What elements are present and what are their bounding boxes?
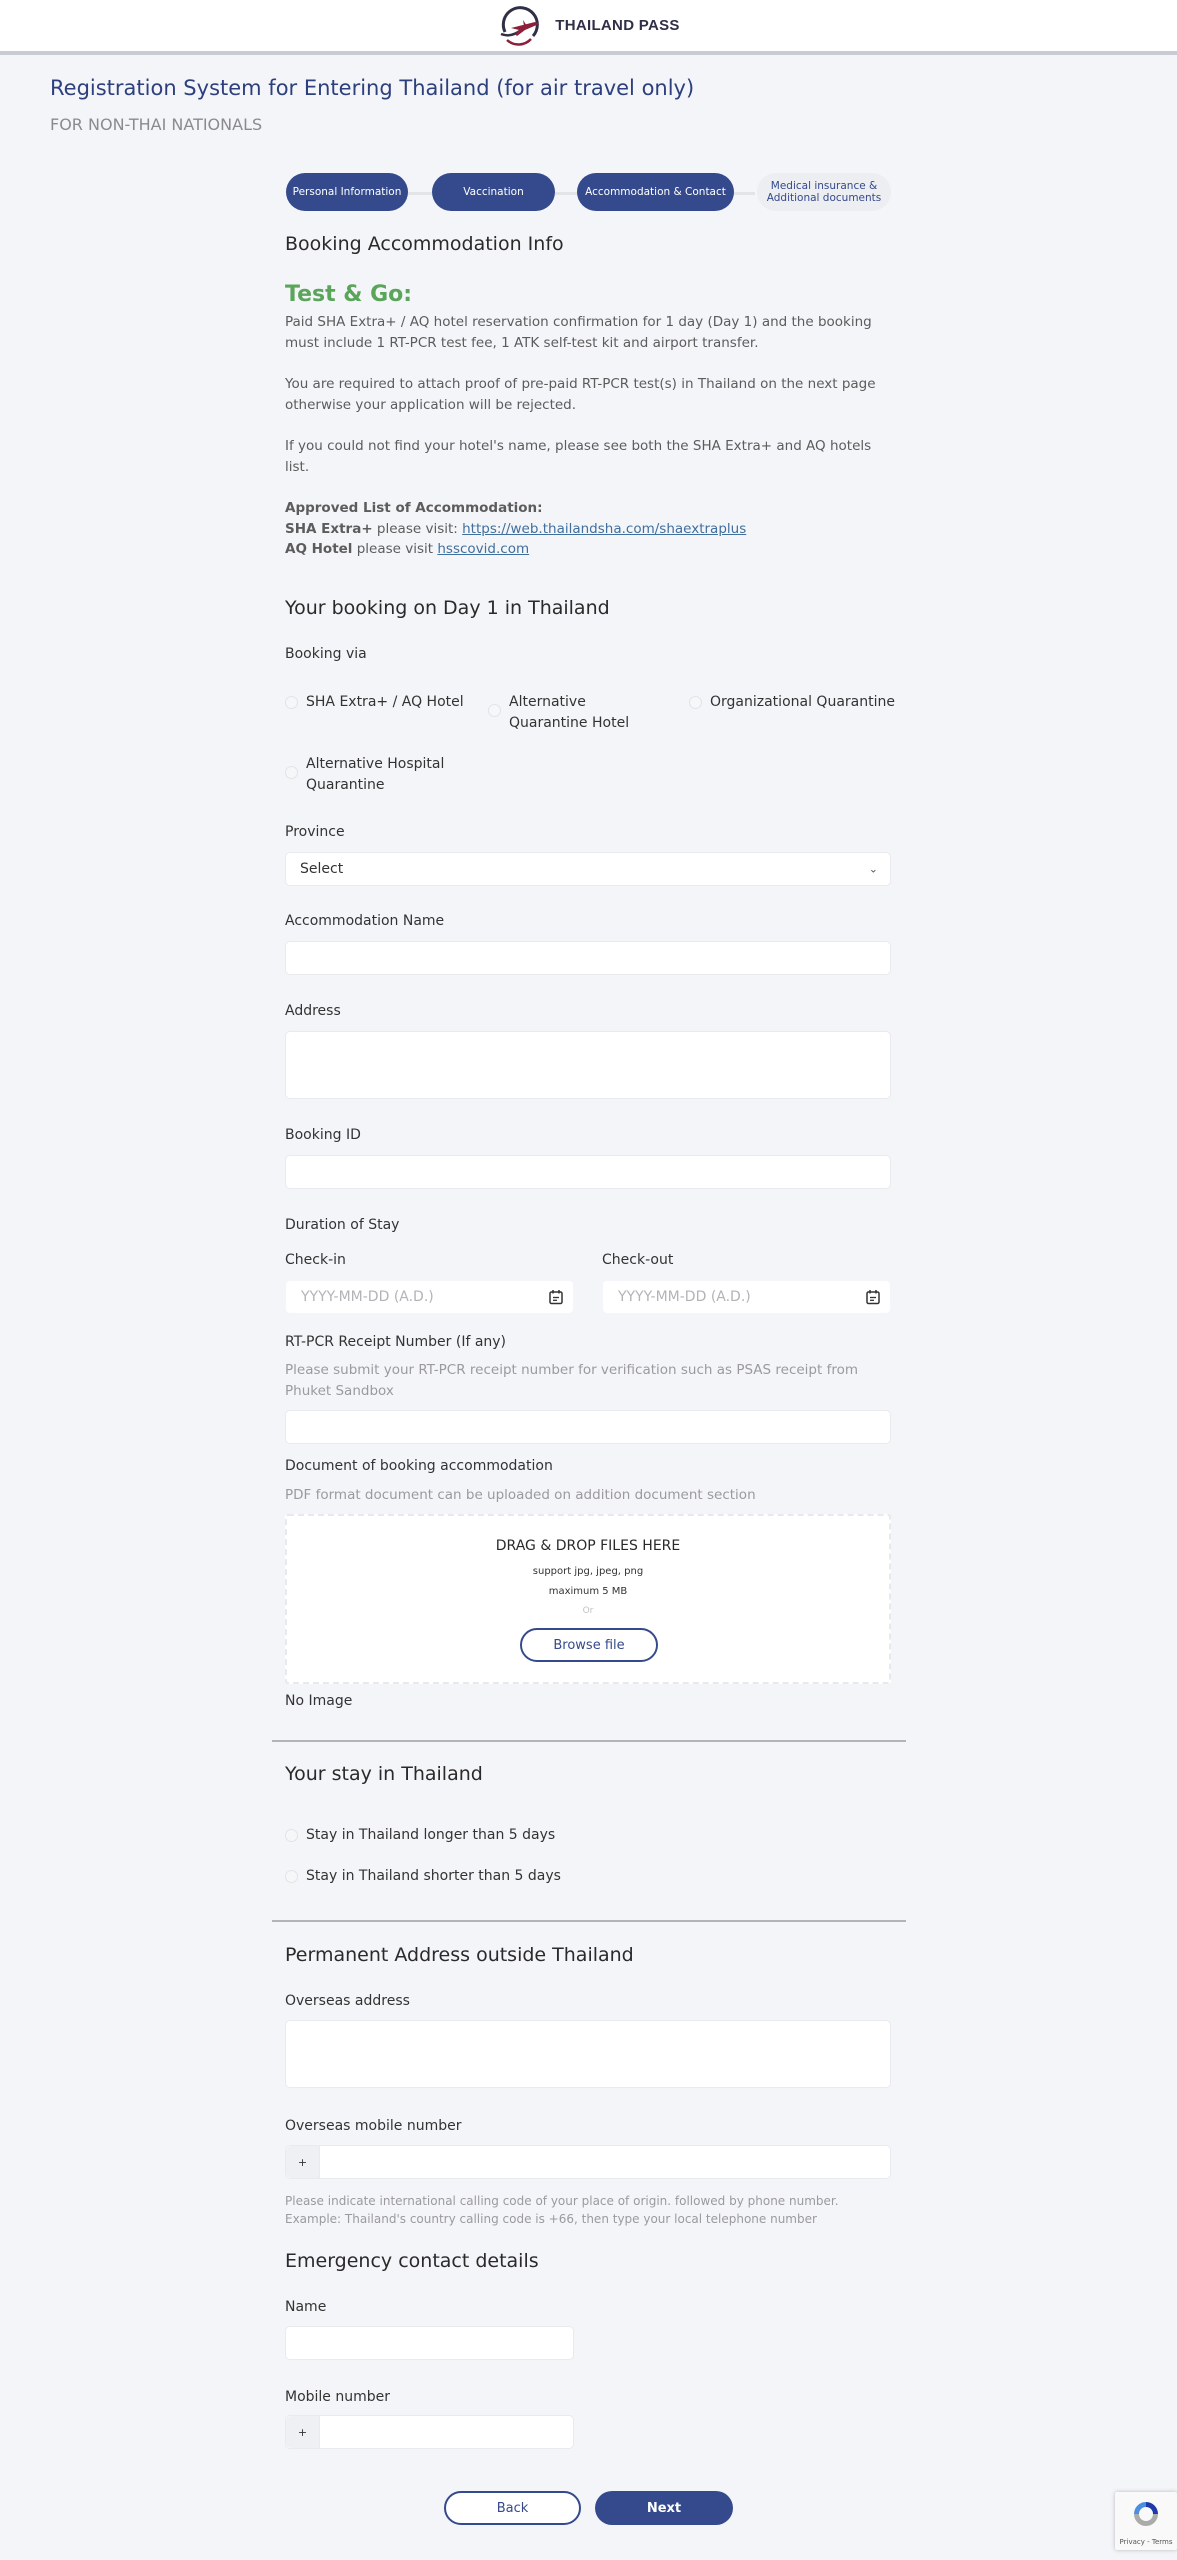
progress-stepper: Personal Information Vaccination Accommo… (285, 173, 891, 213)
calendar-icon[interactable] (866, 1290, 880, 1305)
emergency-name-input[interactable] (285, 2326, 574, 2360)
stay-heading: Your stay in Thailand (285, 1763, 483, 1785)
no-image-text: No Image (285, 1693, 353, 1709)
emergency-name-label: Name (285, 2299, 327, 2315)
step-vaccination[interactable]: Vaccination (432, 173, 555, 211)
overseas-mobile-label: Overseas mobile number (285, 2118, 462, 2134)
booking-document-hint: PDF format document can be uploaded on a… (285, 1487, 756, 1503)
checkin-date-input[interactable]: YYYY-MM-DD (A.D.) (285, 1280, 574, 1314)
duration-of-stay-label: Duration of Stay (285, 1217, 400, 1233)
radio-organizational-quarantine[interactable]: Organizational Quarantine (689, 692, 895, 713)
radio-button[interactable] (285, 766, 298, 779)
hotel-notice: If you could not find your hotel's name,… (285, 438, 872, 475)
top-header: THAILAND PASS (0, 0, 1177, 55)
rtpcr-receipt-input[interactable] (285, 1410, 891, 1444)
radio-alternative-quarantine-hotel[interactable]: Alternative Quarantine Hotel (488, 692, 668, 733)
calendar-icon[interactable] (549, 1290, 563, 1305)
chevron-down-icon: ⌄ (868, 862, 878, 876)
stepper-connector (405, 192, 435, 195)
booking-info-heading: Booking Accommodation Info (285, 233, 564, 255)
recaptcha-badge[interactable]: Privacy - Terms (1115, 2492, 1177, 2550)
address-label: Address (285, 1003, 341, 1019)
booking-document-label: Document of booking accommodation (285, 1458, 553, 1474)
plane-globe-logo-icon (500, 5, 540, 46)
file-dropzone[interactable]: DRAG & DROP FILES HERE support jpg, jpeg… (285, 1514, 891, 1684)
page-title: Registration System for Entering Thailan… (50, 76, 695, 100)
province-label: Province (285, 824, 345, 840)
hsscovid-link[interactable]: hsscovid.com (437, 541, 529, 557)
step-personal-information[interactable]: Personal Information (286, 173, 408, 211)
page-subtitle: FOR NON-THAI NATIONALS (50, 115, 263, 134)
overseas-mobile-hint: Please indicate international calling co… (285, 2194, 839, 2226)
phone-prefix: + (286, 2146, 320, 2178)
rtpcr-receipt-hint: Please submit your RT-PCR receipt number… (285, 1362, 858, 1399)
radio-button[interactable] (689, 696, 702, 709)
proof-notice: You are required to attach proof of pre-… (285, 376, 876, 413)
booking-id-label: Booking ID (285, 1127, 361, 1143)
checkout-date-input[interactable]: YYYY-MM-DD (A.D.) (602, 1280, 891, 1314)
booking-via-label: Booking via (285, 646, 367, 662)
radio-button[interactable] (285, 696, 298, 709)
step-accommodation-contact[interactable]: Accommodation & Contact (577, 173, 734, 211)
permanent-address-heading: Permanent Address outside Thailand (285, 1944, 634, 1966)
dropzone-title: DRAG & DROP FILES HERE (495, 1538, 681, 1554)
emergency-mobile-input[interactable]: + (285, 2415, 574, 2449)
accommodation-name-input[interactable] (285, 941, 891, 975)
booking-day1-heading: Your booking on Day 1 in Thailand (285, 597, 610, 619)
radio-button[interactable] (285, 1829, 298, 1842)
sha-extraplus-link[interactable]: https://web.thailandsha.com/shaextraplus (462, 521, 746, 537)
dropzone-max-size: maximum 5 MB (548, 1586, 628, 1597)
step-medical-insurance[interactable]: Medical insurance & Additional documents (757, 173, 891, 211)
province-select[interactable]: Select ⌄ (285, 852, 891, 886)
recaptcha-privacy-terms[interactable]: Privacy - Terms (1115, 2538, 1177, 2546)
approved-list: Approved List of Accommodation: SHA Extr… (285, 498, 891, 560)
address-textarea[interactable] (285, 1031, 891, 1099)
test-go-title: Test & Go: (285, 282, 413, 307)
radio-button[interactable] (285, 1870, 298, 1883)
booking-id-input[interactable] (285, 1155, 891, 1189)
checkin-label: Check-in (285, 1252, 346, 1268)
checkout-label: Check-out (602, 1252, 674, 1268)
section-divider (272, 1920, 906, 1922)
radio-button[interactable] (488, 704, 501, 717)
test-go-text: Paid SHA Extra+ / AQ hotel reservation c… (285, 314, 872, 351)
emergency-mobile-label: Mobile number (285, 2389, 391, 2405)
overseas-address-textarea[interactable] (285, 2020, 891, 2088)
phone-prefix: + (286, 2416, 320, 2448)
section-divider (272, 1740, 906, 1742)
radio-alternative-hospital-quarantine[interactable]: Alternative Hospital Quarantine (285, 754, 445, 795)
dropzone-support: support jpg, jpeg, png (532, 1566, 644, 1577)
recaptcha-icon (1134, 2502, 1158, 2526)
approved-list-title: Approved List of Accommodation: (285, 500, 543, 516)
back-button[interactable]: Back (444, 2491, 581, 2525)
overseas-address-label: Overseas address (285, 1993, 410, 2009)
sha-line: SHA Extra+ please visit: https://web.tha… (285, 520, 747, 537)
dropzone-or: Or (582, 1606, 594, 1616)
radio-stay-longer[interactable]: Stay in Thailand longer than 5 days (285, 1825, 555, 1846)
rtpcr-receipt-label: RT-PCR Receipt Number (If any) (285, 1334, 507, 1350)
radio-sha-aq-hotel[interactable]: SHA Extra+ / AQ Hotel (285, 692, 464, 713)
aq-line: AQ Hotel please visit hsscovid.com (285, 541, 530, 557)
brand-name: THAILAND PASS (555, 17, 680, 34)
next-button[interactable]: Next (595, 2491, 733, 2525)
accommodation-name-label: Accommodation Name (285, 913, 445, 929)
browse-file-button[interactable]: Browse file (520, 1628, 658, 1662)
brand[interactable]: THAILAND PASS (497, 5, 680, 46)
radio-stay-shorter[interactable]: Stay in Thailand shorter than 5 days (285, 1866, 561, 1887)
overseas-mobile-input[interactable]: + (285, 2145, 891, 2179)
emergency-contact-heading: Emergency contact details (285, 2250, 539, 2272)
